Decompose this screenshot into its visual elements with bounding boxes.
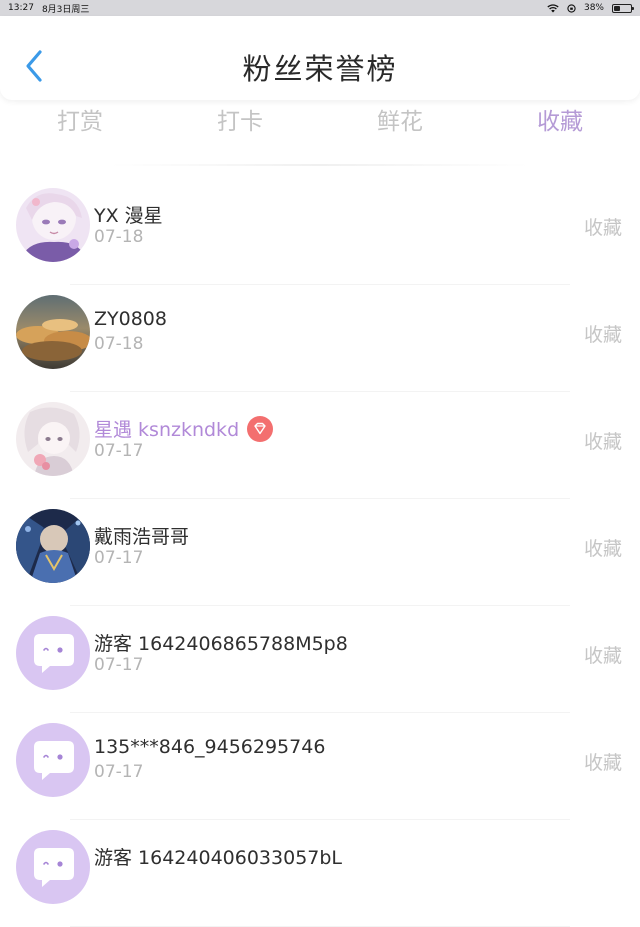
- fan-action-label: 收藏: [583, 324, 622, 346]
- header: 粉丝荣誉榜: [0, 16, 640, 100]
- avatar[interactable]: [16, 402, 90, 476]
- fan-name-text: 星遇 ksnzkndkd: [94, 419, 240, 441]
- status-left: 13:27 8月3日周三: [8, 2, 89, 15]
- fan-list: YX 漫星 07-18 收藏 ZY0808 07-18 收藏 星遇 ksnzkn…: [0, 178, 640, 927]
- wifi-icon: [547, 3, 559, 13]
- tab-flowers[interactable]: 鲜花: [320, 100, 480, 146]
- list-item[interactable]: 135***846_9456295746 07-17 收藏: [0, 713, 640, 820]
- avatar[interactable]: [16, 830, 90, 904]
- tab-divider: [110, 164, 530, 166]
- fan-name: YX 漫星: [94, 205, 163, 227]
- page-title: 粉丝荣誉榜: [242, 52, 398, 86]
- fan-date: 07-17: [94, 548, 144, 568]
- tab-checkin[interactable]: 打卡: [160, 100, 320, 146]
- fan-name: ZY0808: [94, 308, 167, 330]
- anime-girl-avatar-icon: [16, 188, 90, 262]
- vip-badge: [247, 415, 274, 442]
- fan-name: 135***846_9456295746: [94, 736, 326, 758]
- avatar[interactable]: [16, 723, 90, 797]
- fan-action-label: 收藏: [583, 217, 622, 239]
- orientation-lock-icon: [567, 3, 576, 13]
- status-time: 13:27: [8, 3, 34, 13]
- diamond-icon: [254, 422, 266, 434]
- anime-girl-avatar-2-icon: [16, 402, 90, 476]
- fan-name: 游客 164240406033057bL: [94, 847, 343, 869]
- status-right: 38%: [547, 3, 634, 13]
- fan-action-label: 收藏: [583, 538, 622, 560]
- fan-date: 07-18: [94, 334, 144, 354]
- anime-character-avatar-icon: [16, 509, 90, 583]
- guest-chat-avatar-icon: [16, 830, 90, 904]
- list-item[interactable]: 星遇 ksnzkndkd 07-17 收藏: [0, 392, 640, 499]
- battery-fill: [614, 5, 621, 11]
- guest-chat-avatar-icon: [16, 723, 90, 797]
- avatar[interactable]: [16, 616, 90, 690]
- list-item[interactable]: YX 漫星 07-18 收藏: [0, 178, 640, 285]
- fan-name: 星遇 ksnzkndkd: [94, 415, 274, 444]
- fan-date: 07-18: [94, 227, 144, 247]
- list-item[interactable]: 戴雨浩哥哥 07-17 收藏: [0, 499, 640, 606]
- battery-icon: [612, 3, 634, 13]
- status-date: 8月3日周三: [41, 4, 90, 15]
- avatar[interactable]: [16, 295, 90, 369]
- list-item[interactable]: ZY0808 07-18 收藏: [0, 285, 640, 392]
- fan-date: 07-17: [94, 441, 144, 461]
- sunset-clouds-avatar-icon: [16, 295, 90, 369]
- list-item[interactable]: 游客 164240406033057bL: [0, 820, 640, 927]
- list-item[interactable]: 游客 1642406865788M5p8 07-17 收藏: [0, 606, 640, 713]
- avatar[interactable]: [16, 188, 90, 262]
- fan-date: 07-17: [94, 762, 144, 782]
- tab-bar: 打赏 打卡 鲜花 收藏: [0, 100, 640, 146]
- fan-name: 戴雨浩哥哥: [94, 526, 190, 548]
- battery-percent: 38%: [583, 3, 604, 13]
- fan-date: 07-17: [94, 655, 144, 675]
- fan-action-label: 收藏: [583, 645, 622, 667]
- guest-chat-avatar-icon: [16, 616, 90, 690]
- tab-favorites[interactable]: 收藏: [480, 100, 640, 146]
- fan-action-label: 收藏: [583, 752, 622, 774]
- avatar[interactable]: [16, 509, 90, 583]
- tab-reward[interactable]: 打赏: [0, 100, 160, 146]
- fan-name: 游客 1642406865788M5p8: [94, 633, 348, 655]
- status-bar: 13:27 8月3日周三 38%: [0, 0, 640, 16]
- fan-action-label: 收藏: [583, 431, 622, 453]
